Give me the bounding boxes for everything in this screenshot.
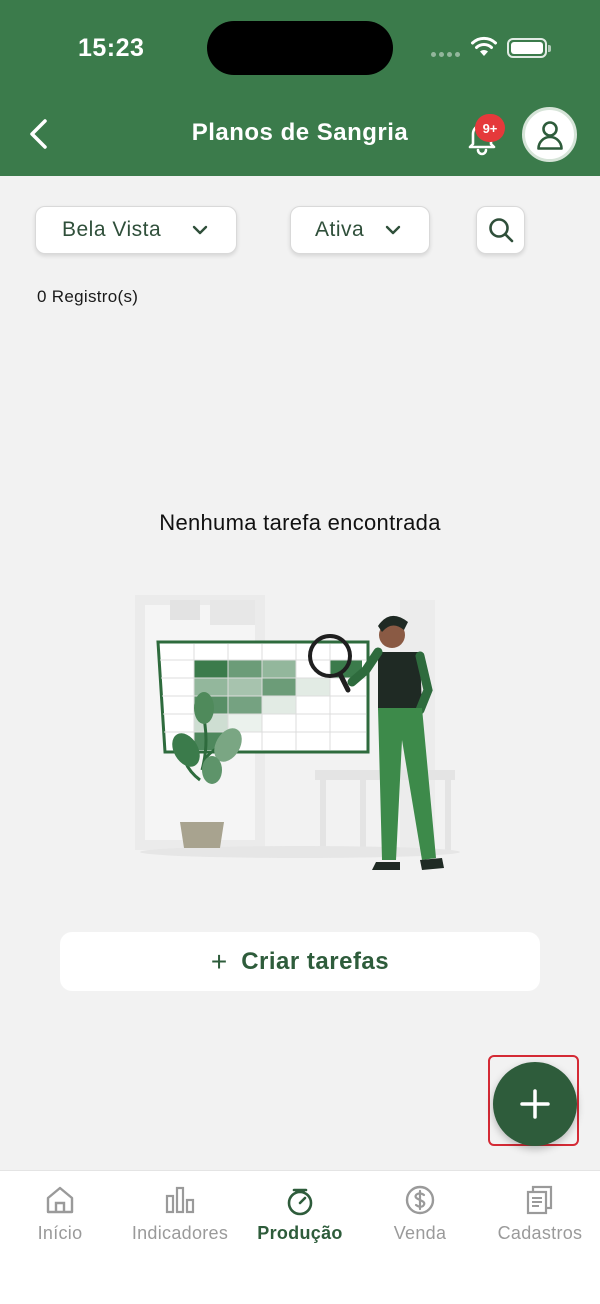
tab-label: Venda — [393, 1223, 447, 1243]
tab-label: Produção — [257, 1223, 343, 1243]
status-filter-dropdown[interactable]: Ativa — [290, 206, 430, 254]
bottom-tab-bar: Início Indicadores Produção Venda Cadast… — [0, 1170, 600, 1304]
create-tasks-button[interactable]: + Criar tarefas — [60, 932, 540, 991]
bar-chart-icon — [163, 1183, 197, 1217]
farm-filter-value: Bela Vista — [62, 218, 162, 241]
tab-label: Indicadores — [131, 1223, 229, 1243]
search-icon — [488, 218, 513, 243]
status-time: 15:23 — [78, 34, 145, 62]
tab-label: Início — [37, 1223, 83, 1243]
dynamic-island — [207, 21, 393, 75]
create-tasks-label: Criar tarefas — [241, 947, 390, 975]
cellular-signal-icon — [431, 52, 461, 58]
dollar-icon — [403, 1183, 437, 1217]
battery-icon — [507, 38, 551, 58]
app-header: 15:23 Planos de Sangria 9+ — [0, 0, 600, 176]
wifi-icon — [471, 36, 497, 56]
tab-inicio[interactable]: Início — [0, 1183, 120, 1244]
tab-producao[interactable]: Produção — [240, 1183, 360, 1244]
tab-label: Cadastros — [497, 1223, 583, 1243]
plus-icon — [520, 1089, 550, 1119]
plus-icon: + — [210, 945, 228, 977]
documents-icon — [523, 1183, 557, 1217]
empty-state-message: Nenhuma tarefa encontrada — [159, 510, 441, 535]
home-icon — [43, 1183, 77, 1217]
scale-icon — [283, 1183, 317, 1217]
tab-cadastros[interactable]: Cadastros — [480, 1183, 600, 1244]
add-fab-button[interactable] — [493, 1062, 577, 1146]
profile-avatar-button[interactable] — [522, 107, 577, 162]
tab-venda[interactable]: Venda — [360, 1183, 480, 1244]
notification-badge: 9+ — [475, 114, 505, 142]
status-filter-value: Ativa — [315, 218, 365, 241]
empty-state-illustration — [135, 595, 460, 870]
search-button[interactable] — [476, 206, 525, 254]
chevron-down-icon — [192, 225, 208, 235]
chevron-down-icon — [385, 225, 401, 235]
record-count: 0 Registro(s) — [37, 287, 139, 306]
farm-filter-dropdown[interactable]: Bela Vista — [35, 206, 237, 254]
page-title: Planos de Sangria — [191, 119, 409, 146]
tab-indicadores[interactable]: Indicadores — [120, 1183, 240, 1244]
user-icon — [536, 120, 563, 150]
